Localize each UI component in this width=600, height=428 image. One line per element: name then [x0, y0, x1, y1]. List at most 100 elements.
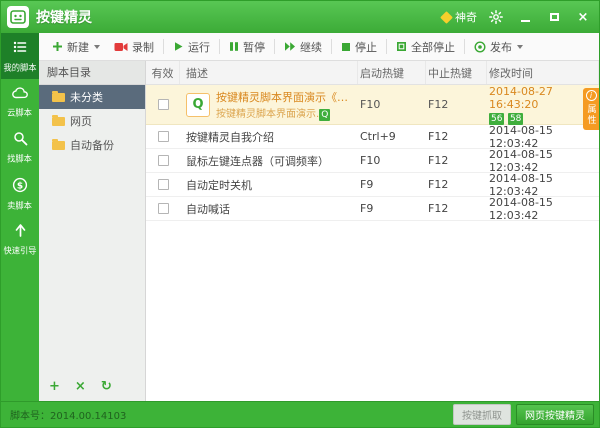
row-enabled-checkbox[interactable]: [158, 99, 169, 110]
play-icon: [173, 41, 184, 52]
chevron-down-icon: [94, 45, 100, 49]
table-row[interactable]: 自动喊话 F9 F12 2014-08-15 12:03:42: [146, 197, 599, 221]
toolbar-button-label: 发布: [490, 39, 512, 55]
stop-icon: [341, 42, 351, 52]
run-button[interactable]: 运行: [166, 36, 217, 58]
user-badge-label: 神奇: [455, 9, 477, 25]
delete-category-button[interactable]: ×: [75, 380, 86, 393]
web-anjian-button[interactable]: 网页按键精灵: [516, 404, 594, 425]
header-modified-time: 修改时间: [487, 61, 599, 84]
header-valid: 有效: [146, 61, 180, 84]
search-match-highlight: Q: [319, 109, 330, 121]
settings-gear-icon[interactable]: [486, 8, 506, 26]
directory-item-label: 未分类: [70, 89, 103, 105]
sidebar-item-quick-guide[interactable]: 快速引导: [1, 217, 39, 263]
row-enabled-checkbox[interactable]: [158, 203, 169, 214]
sidebar-item-my-scripts[interactable]: 我的脚本: [1, 33, 39, 79]
sidebar-item-label: 卖脚本: [8, 199, 33, 211]
minimize-button[interactable]: [515, 8, 535, 26]
refresh-categories-button[interactable]: ↻: [101, 380, 112, 393]
quick-guide-icon: [13, 223, 28, 241]
table-row[interactable]: Q 按键精灵脚本界面演示《一键启动》 按键精灵脚本界面演示.Q F10 F12 …: [146, 85, 599, 125]
directory-title: 脚本目录: [39, 61, 145, 85]
directory-item-label: 网页: [70, 113, 92, 129]
toolbar-button-label: 暂停: [243, 39, 265, 55]
vip-diamond-icon: [440, 11, 453, 24]
folder-icon: [52, 117, 65, 126]
sidebar-item-label: 快速引导: [3, 245, 36, 257]
row-enabled-checkbox[interactable]: [158, 155, 169, 166]
stop-hotkey: F12: [426, 178, 487, 191]
publish-button[interactable]: 发布: [467, 36, 530, 58]
toolbar-separator: [386, 39, 387, 54]
maximize-button[interactable]: [544, 8, 564, 26]
script-directory-panel: 脚本目录 未分类 网页 自动备份 + ×: [39, 61, 146, 401]
toolbar-separator: [464, 39, 465, 54]
toolbar-separator: [274, 39, 275, 54]
script-title: 按键精灵自我介绍: [186, 129, 274, 145]
close-button[interactable]: ×: [573, 8, 593, 26]
key-capture-button[interactable]: 按键抓取: [453, 404, 511, 425]
sidebar: 我的脚本 云脚本 找脚本: [1, 33, 39, 401]
new-script-button[interactable]: 新建: [45, 36, 107, 58]
directory-item-auto-backup[interactable]: 自动备份: [39, 133, 145, 157]
resume-icon: [284, 41, 296, 52]
table-row[interactable]: 自动定时关机 F9 F12 2014-08-15 12:03:42: [146, 173, 599, 197]
resume-button[interactable]: 继续: [277, 36, 329, 58]
sell-script-icon: $: [12, 177, 28, 196]
toolbar-button-label: 继续: [300, 39, 322, 55]
properties-tag[interactable]: i 属性: [583, 88, 599, 130]
script-table: 有效 描述 启动热键 中止热键 修改时间 Q 按键精灵脚本界面演示《一键启动》: [146, 61, 599, 401]
sidebar-item-label: 我的脚本: [3, 61, 36, 73]
directory-item-web[interactable]: 网页: [39, 109, 145, 133]
sidebar-item-cloud-scripts[interactable]: 云脚本: [1, 79, 39, 125]
toolbar-separator: [331, 39, 332, 54]
header-stop-hotkey: 中止热键: [426, 61, 487, 84]
start-hotkey: F10: [358, 154, 426, 167]
cloud-script-icon: [12, 86, 29, 103]
start-hotkey: F9: [358, 202, 426, 215]
table-row[interactable]: 按键精灵自我介绍 Ctrl+9 F12 2014-08-15 12:03:42: [146, 125, 599, 149]
sidebar-item-label: 找脚本: [8, 153, 33, 165]
maximize-icon: [550, 13, 559, 21]
statusbar: 脚本号：2014.00.14103 按键抓取 网页按键精灵: [1, 401, 599, 427]
user-badge[interactable]: 神奇: [442, 9, 477, 25]
app-title: 按键精灵: [36, 7, 92, 27]
folder-icon: [52, 141, 65, 150]
script-number-label: 脚本号：2014.00.14103: [10, 407, 126, 422]
sidebar-item-label: 云脚本: [8, 106, 33, 118]
info-icon: i: [586, 90, 597, 101]
svg-text:$: $: [17, 181, 23, 191]
start-hotkey: F10: [358, 98, 426, 111]
stop-hotkey: F12: [426, 130, 487, 143]
pause-button[interactable]: 暂停: [222, 36, 272, 58]
sidebar-item-sell-scripts[interactable]: $ 卖脚本: [1, 171, 39, 217]
toolbar-button-label: 全部停止: [411, 39, 455, 55]
add-category-button[interactable]: +: [49, 380, 60, 393]
stop-button[interactable]: 停止: [334, 36, 384, 58]
record-button[interactable]: 录制: [107, 36, 161, 58]
stop-hotkey: F12: [426, 202, 487, 215]
record-camera-icon: [114, 42, 128, 52]
header-description: 描述: [180, 61, 358, 84]
minimize-icon: [521, 20, 530, 22]
modified-time: 2014-08-15 12:03:42: [487, 196, 599, 222]
toolbar-button-label: 停止: [355, 39, 377, 55]
row-enabled-checkbox[interactable]: [158, 179, 169, 190]
modified-time: 2014-08-15 12:03:42: [487, 172, 599, 198]
sidebar-item-find-scripts[interactable]: 找脚本: [1, 125, 39, 171]
script-title: 鼠标左键连点器（可调频率）: [186, 153, 329, 169]
start-hotkey: Ctrl+9: [358, 130, 426, 143]
script-q-icon: Q: [186, 93, 210, 117]
table-row[interactable]: 鼠标左键连点器（可调频率） F10 F12 2014-08-15 12:03:4…: [146, 149, 599, 173]
row-enabled-checkbox[interactable]: [158, 131, 169, 142]
app-logo-icon: [7, 6, 29, 28]
directory-item-uncategorized[interactable]: 未分类: [39, 85, 145, 109]
stop-hotkey: F12: [426, 154, 487, 167]
stop-all-button[interactable]: 全部停止: [389, 36, 462, 58]
directory-item-label: 自动备份: [70, 137, 114, 153]
directory-actions: + × ↻: [39, 374, 145, 401]
script-subtitle: 按键精灵脚本界面演示.Q: [216, 105, 358, 121]
folder-icon: [52, 93, 65, 102]
toolbar-button-label: 新建: [67, 39, 89, 55]
